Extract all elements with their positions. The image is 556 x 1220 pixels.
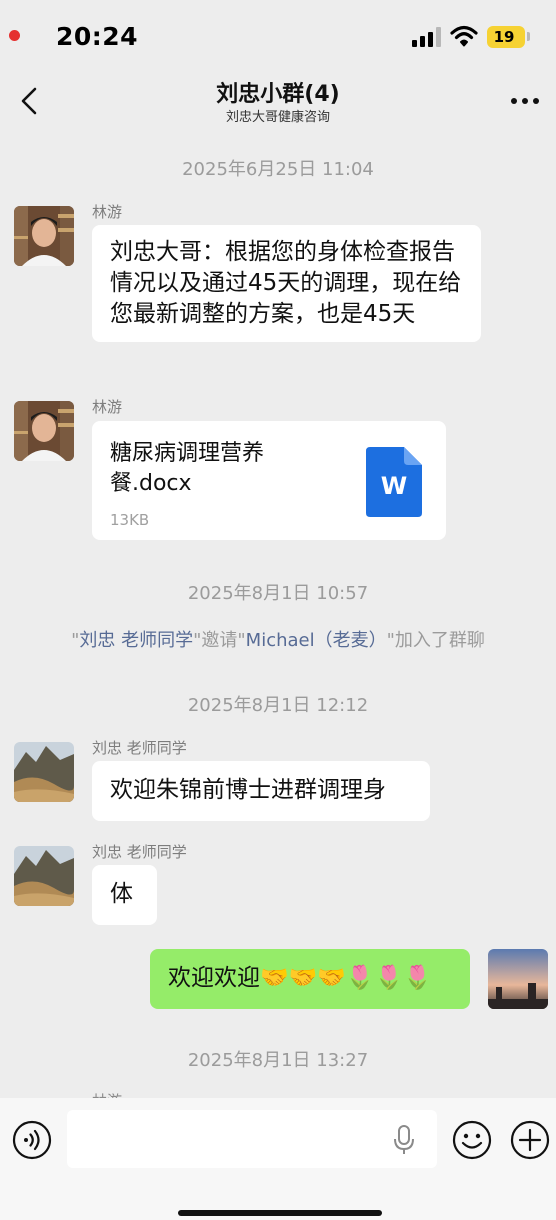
emoji-icon[interactable] — [452, 1120, 492, 1160]
message-bubble[interactable]: 刘忠大哥：根据您的身体检查报告情况以及通过45天的调理，现在给您最新调整的方案，… — [92, 225, 481, 342]
message-bubble[interactable]: 体 — [92, 865, 157, 925]
sender-avatar-image — [14, 846, 74, 906]
chat-subtitle: 刘忠大哥健康咨询 — [225, 110, 330, 125]
avatar[interactable] — [14, 206, 74, 266]
inviter-link[interactable]: 刘忠 老师同学 — [79, 630, 193, 651]
battery-level: 19 — [493, 28, 515, 46]
sender-name: 林游 — [92, 203, 123, 221]
status-time: 20:24 — [56, 22, 139, 51]
own-message-bubble[interactable]: 欢迎欢迎🤝🤝🤝🌷🌷🌷 — [150, 949, 470, 1009]
add-icon[interactable] — [510, 1120, 550, 1160]
file-name: 糖尿病调理营养餐.docx — [110, 441, 265, 496]
battery-indicator: 19 — [487, 26, 525, 48]
recording-indicator — [9, 30, 20, 41]
cellular-signal-icon — [412, 27, 441, 47]
own-avatar-image — [488, 949, 548, 1009]
message-bubble[interactable]: 欢迎朱锦前博士进群调理身 — [92, 761, 430, 821]
microphone-icon[interactable] — [393, 1125, 415, 1155]
word-icon-letter: W — [380, 472, 408, 500]
timestamp: 2025年8月1日 10:57 — [187, 583, 369, 604]
voice-toggle-icon[interactable] — [12, 1120, 52, 1160]
timestamp: 2025年8月1日 12:12 — [187, 695, 369, 716]
avatar[interactable] — [14, 401, 74, 461]
own-avatar[interactable] — [488, 949, 548, 1009]
file-message-card[interactable]: 糖尿病调理营养餐.docx 13KB W — [92, 421, 446, 540]
sender-avatar-image — [14, 206, 74, 266]
message-input[interactable] — [67, 1110, 437, 1168]
system-message: "刘忠 老师同学"邀请"Michael（老麦）"加入了群聊 — [0, 626, 556, 652]
chat-title: 刘忠小群(4) — [216, 82, 340, 107]
timestamp: 2025年8月1日 13:27 — [187, 1050, 369, 1071]
status-bar: 20:24 19 — [0, 0, 556, 70]
sender-avatar-image — [14, 742, 74, 802]
sender-avatar-image — [14, 401, 74, 461]
battery-cap — [527, 32, 530, 41]
wifi-icon — [450, 25, 478, 47]
invitee-link[interactable]: Michael（老麦） — [246, 630, 387, 651]
invite-text: "邀请" — [193, 630, 246, 651]
file-size: 13KB — [110, 511, 150, 529]
home-indicator — [178, 1210, 382, 1216]
sender-name: 林游 — [92, 398, 123, 416]
sender-name: 刘忠 老师同学 — [92, 739, 187, 757]
avatar[interactable] — [14, 742, 74, 802]
avatar[interactable] — [14, 846, 74, 906]
sender-name: 刘忠 老师同学 — [92, 843, 187, 861]
timestamp: 2025年6月25日 11:04 — [182, 159, 374, 180]
joined-text: "加入了群聊 — [386, 630, 485, 651]
more-options-icon[interactable] — [510, 97, 540, 105]
